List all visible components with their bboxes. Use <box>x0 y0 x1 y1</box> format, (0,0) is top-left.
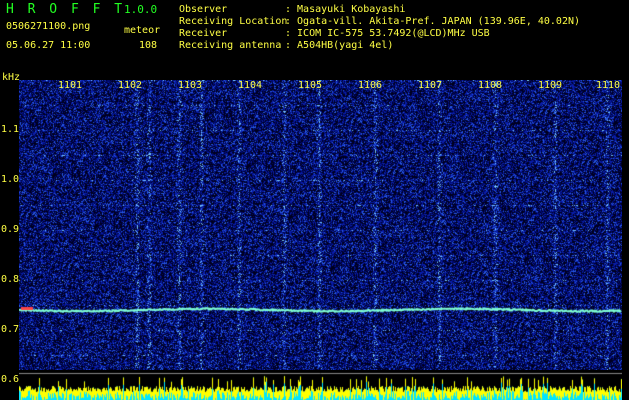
spectrogram-display <box>19 80 622 370</box>
x-tick-label: 1104 <box>238 80 263 91</box>
mode-label: meteor <box>124 25 161 36</box>
app-version: 1.0.0 <box>124 3 158 16</box>
y-tick-label: 0.6 <box>1 374 20 385</box>
timestamp: 05.06.27 11:00 <box>6 40 91 51</box>
signal-level-meter <box>19 372 622 400</box>
app-title: H R O F F T <box>6 2 126 17</box>
file-name: 0506271100.png <box>6 21 91 32</box>
location-value: : Ogata-vill. Akita-Pref. JAPAN (139.96E… <box>285 16 581 27</box>
meteor-count: 108 <box>139 40 158 51</box>
y-tick-label: 0.9 <box>1 224 20 235</box>
antenna-label: Receiving antenna <box>179 40 282 51</box>
x-tick-label: 1105 <box>298 80 323 91</box>
location-label: Receiving Location <box>179 16 288 27</box>
receiver-value: : ICOM IC-575 53.7492(@LCD)MHz USB <box>285 28 490 39</box>
x-tick-label: 1103 <box>178 80 203 91</box>
x-tick-label: 1108 <box>478 80 503 91</box>
y-tick-label: 1.1 <box>1 124 20 135</box>
observer-value: : Masayuki Kobayashi <box>285 4 406 15</box>
x-tick-label: 1109 <box>538 80 563 91</box>
y-tick-label: 1.0 <box>1 174 20 185</box>
y-tick-label: 0.8 <box>1 274 20 285</box>
x-tick-label: 1110 <box>596 80 621 91</box>
observer-label: Observer <box>179 4 228 15</box>
y-tick-label: 0.7 <box>1 324 20 335</box>
receiver-label: Receiver <box>179 28 228 39</box>
x-tick-label: 1106 <box>358 80 383 91</box>
x-tick-label: 1102 <box>118 80 143 91</box>
y-axis-unit: kHz <box>2 72 21 83</box>
antenna-value: : A504HB(yagi 4el) <box>285 40 394 51</box>
x-tick-label: 1107 <box>418 80 443 91</box>
x-tick-label: 1101 <box>58 80 83 91</box>
